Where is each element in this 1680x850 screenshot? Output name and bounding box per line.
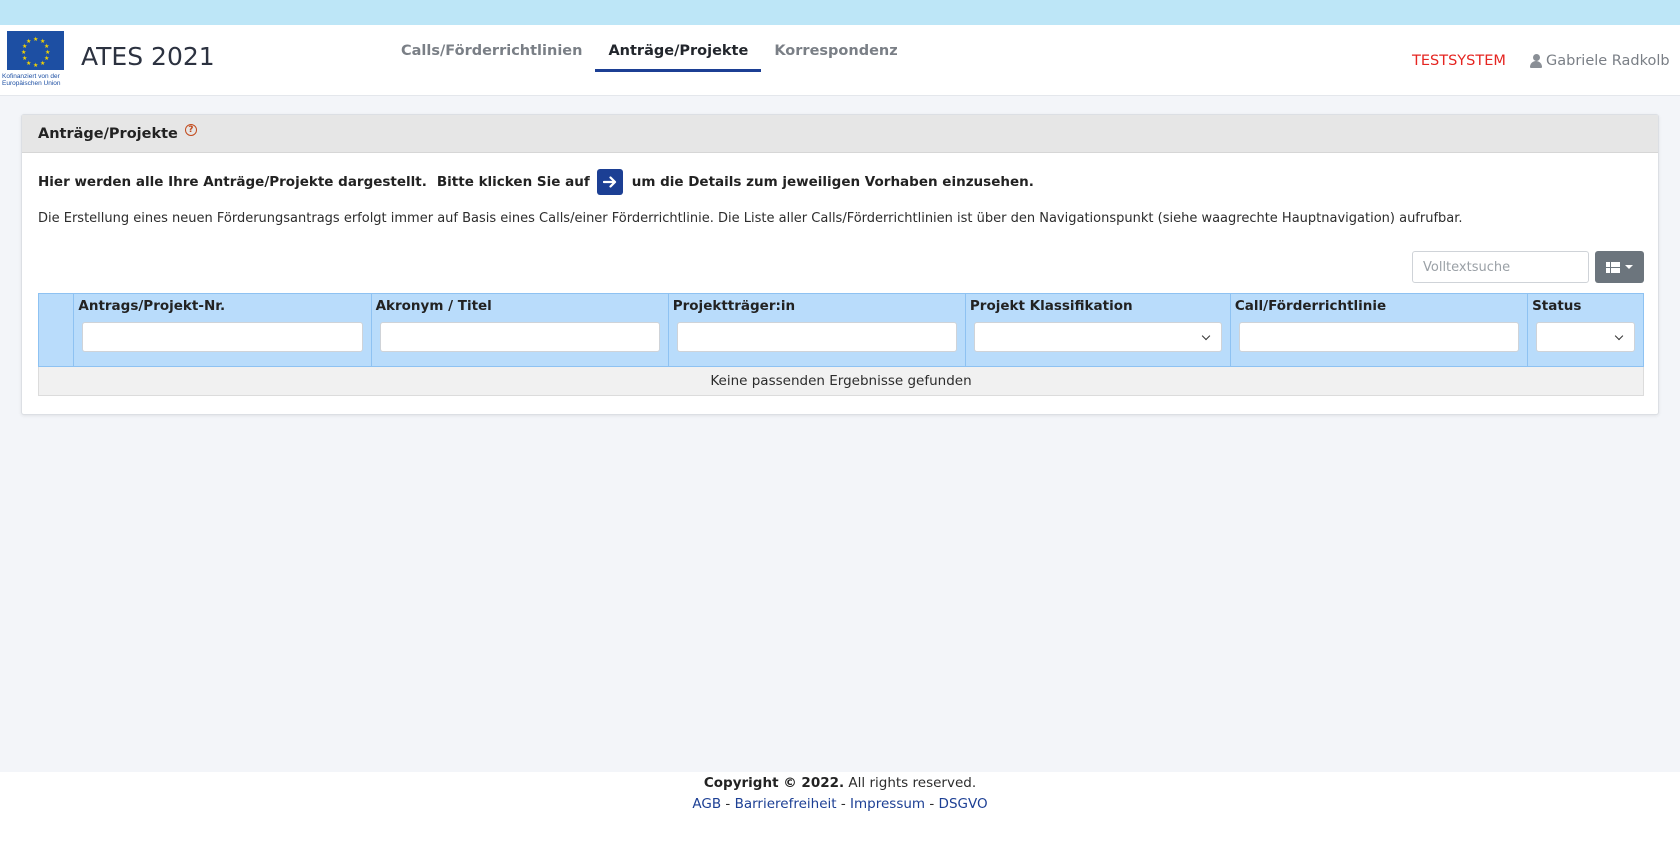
page-title: Anträge/Projekte: [38, 125, 178, 142]
column-label: Akronym / Titel: [375, 298, 492, 314]
projects-table: Antrags/Projekt-Nr. Akronym / Titel Proj…: [37, 293, 1644, 396]
column-status[interactable]: Status: [1527, 293, 1644, 367]
column-selector: [37, 293, 75, 367]
empty-message: Keine passenden Ergebnisse gefunden: [38, 366, 1644, 396]
column-label: Projektträger:in: [672, 298, 796, 314]
column-klassifikation[interactable]: Projekt Klassifikation: [964, 293, 1231, 367]
copyright-bold: Copyright © 2022.: [703, 775, 845, 791]
eu-caption: Kofinanziert von der Europäischen Union: [2, 73, 61, 87]
link-impressum[interactable]: Impressum: [850, 796, 925, 812]
nav-antraege-projekte[interactable]: Anträge/Projekte: [595, 42, 762, 72]
column-akronym-titel[interactable]: Akronym / Titel: [370, 293, 669, 367]
top-bar: [0, 0, 1680, 25]
arrow-right-icon: [596, 169, 623, 195]
page-footer: Copyright © 2022. All rights reserved. A…: [0, 772, 1680, 850]
user-menu[interactable]: Gabriele Radkolb: [1530, 53, 1670, 69]
filter-akronym-titel-input[interactable]: [379, 322, 660, 352]
user-icon: [1530, 54, 1542, 68]
caret-down-icon: [1625, 265, 1633, 269]
copyright: Copyright © 2022. All rights reserved.: [0, 775, 1680, 791]
column-label: Projekt Klassifikation: [969, 298, 1133, 314]
column-label: Antrags/Projekt-Nr.: [78, 298, 226, 314]
main-navigation: Calls/Förderrichtlinien Anträge/Projekte…: [388, 42, 911, 72]
column-label: Status: [1532, 298, 1582, 314]
column-toggle-button[interactable]: [1595, 251, 1644, 283]
column-call[interactable]: Call/Förderrichtlinie: [1229, 293, 1529, 367]
link-agb[interactable]: AGB: [692, 796, 721, 812]
eu-flag-icon: ★ ★ ★ ★ ★ ★ ★ ★ ★ ★ ★ ★: [7, 31, 64, 70]
environment-label: TESTSYSTEM: [1412, 53, 1506, 69]
column-antrags-nr[interactable]: Antrags/Projekt-Nr.: [73, 293, 372, 367]
intro-part2: Bitte klicken Sie auf: [436, 174, 590, 190]
filter-antrags-nr-input[interactable]: [82, 322, 363, 352]
intro-part3: um die Details zum jeweiligen Vorhaben e…: [631, 174, 1034, 190]
link-dsgvo[interactable]: DSGVO: [939, 796, 988, 812]
filter-klassifikation-select[interactable]: [973, 322, 1222, 352]
info-text: Die Erstellung eines neuen Förderungsant…: [38, 211, 1463, 226]
app-header: ★ ★ ★ ★ ★ ★ ★ ★ ★ ★ ★ ★ Kofinanziert von…: [0, 25, 1680, 96]
filter-call-input[interactable]: [1238, 322, 1520, 352]
link-barrierefreiheit[interactable]: Barrierefreiheit: [735, 796, 837, 812]
app-title: ATES 2021: [81, 42, 215, 71]
table-header-row: Antrags/Projekt-Nr. Akronym / Titel Proj…: [37, 293, 1644, 367]
column-projekttraeger[interactable]: Projektträger:in: [667, 293, 966, 367]
footer-links: AGB - Barrierefreiheit - Impressum - DSG…: [692, 796, 988, 812]
projects-card: Anträge/Projekte ? Hier werden alle Ihre…: [21, 114, 1659, 415]
card-header: Anträge/Projekte ?: [22, 115, 1658, 153]
eu-logo: ★ ★ ★ ★ ★ ★ ★ ★ ★ ★ ★ ★ Kofinanziert von…: [2, 31, 70, 87]
help-circle-icon[interactable]: ?: [184, 123, 197, 136]
nav-calls[interactable]: Calls/Förderrichtlinien: [388, 42, 595, 72]
nav-korrespondenz[interactable]: Korrespondenz: [761, 42, 910, 72]
table-row: Keine passenden Ergebnisse gefunden: [38, 366, 1644, 396]
intro-text: Hier werden alle Ihre Anträge/Projekte d…: [38, 169, 1034, 195]
filter-status-select[interactable]: [1536, 322, 1635, 352]
intro-part1: Hier werden alle Ihre Anträge/Projekte d…: [38, 174, 427, 190]
filter-projekttraeger-input[interactable]: [676, 322, 957, 352]
user-name: Gabriele Radkolb: [1546, 53, 1670, 69]
column-label: Call/Förderrichtlinie: [1234, 298, 1387, 314]
fulltext-search-input[interactable]: [1412, 251, 1589, 283]
table-columns-icon: [1606, 261, 1620, 273]
copyright-rest: All rights reserved.: [844, 775, 977, 791]
